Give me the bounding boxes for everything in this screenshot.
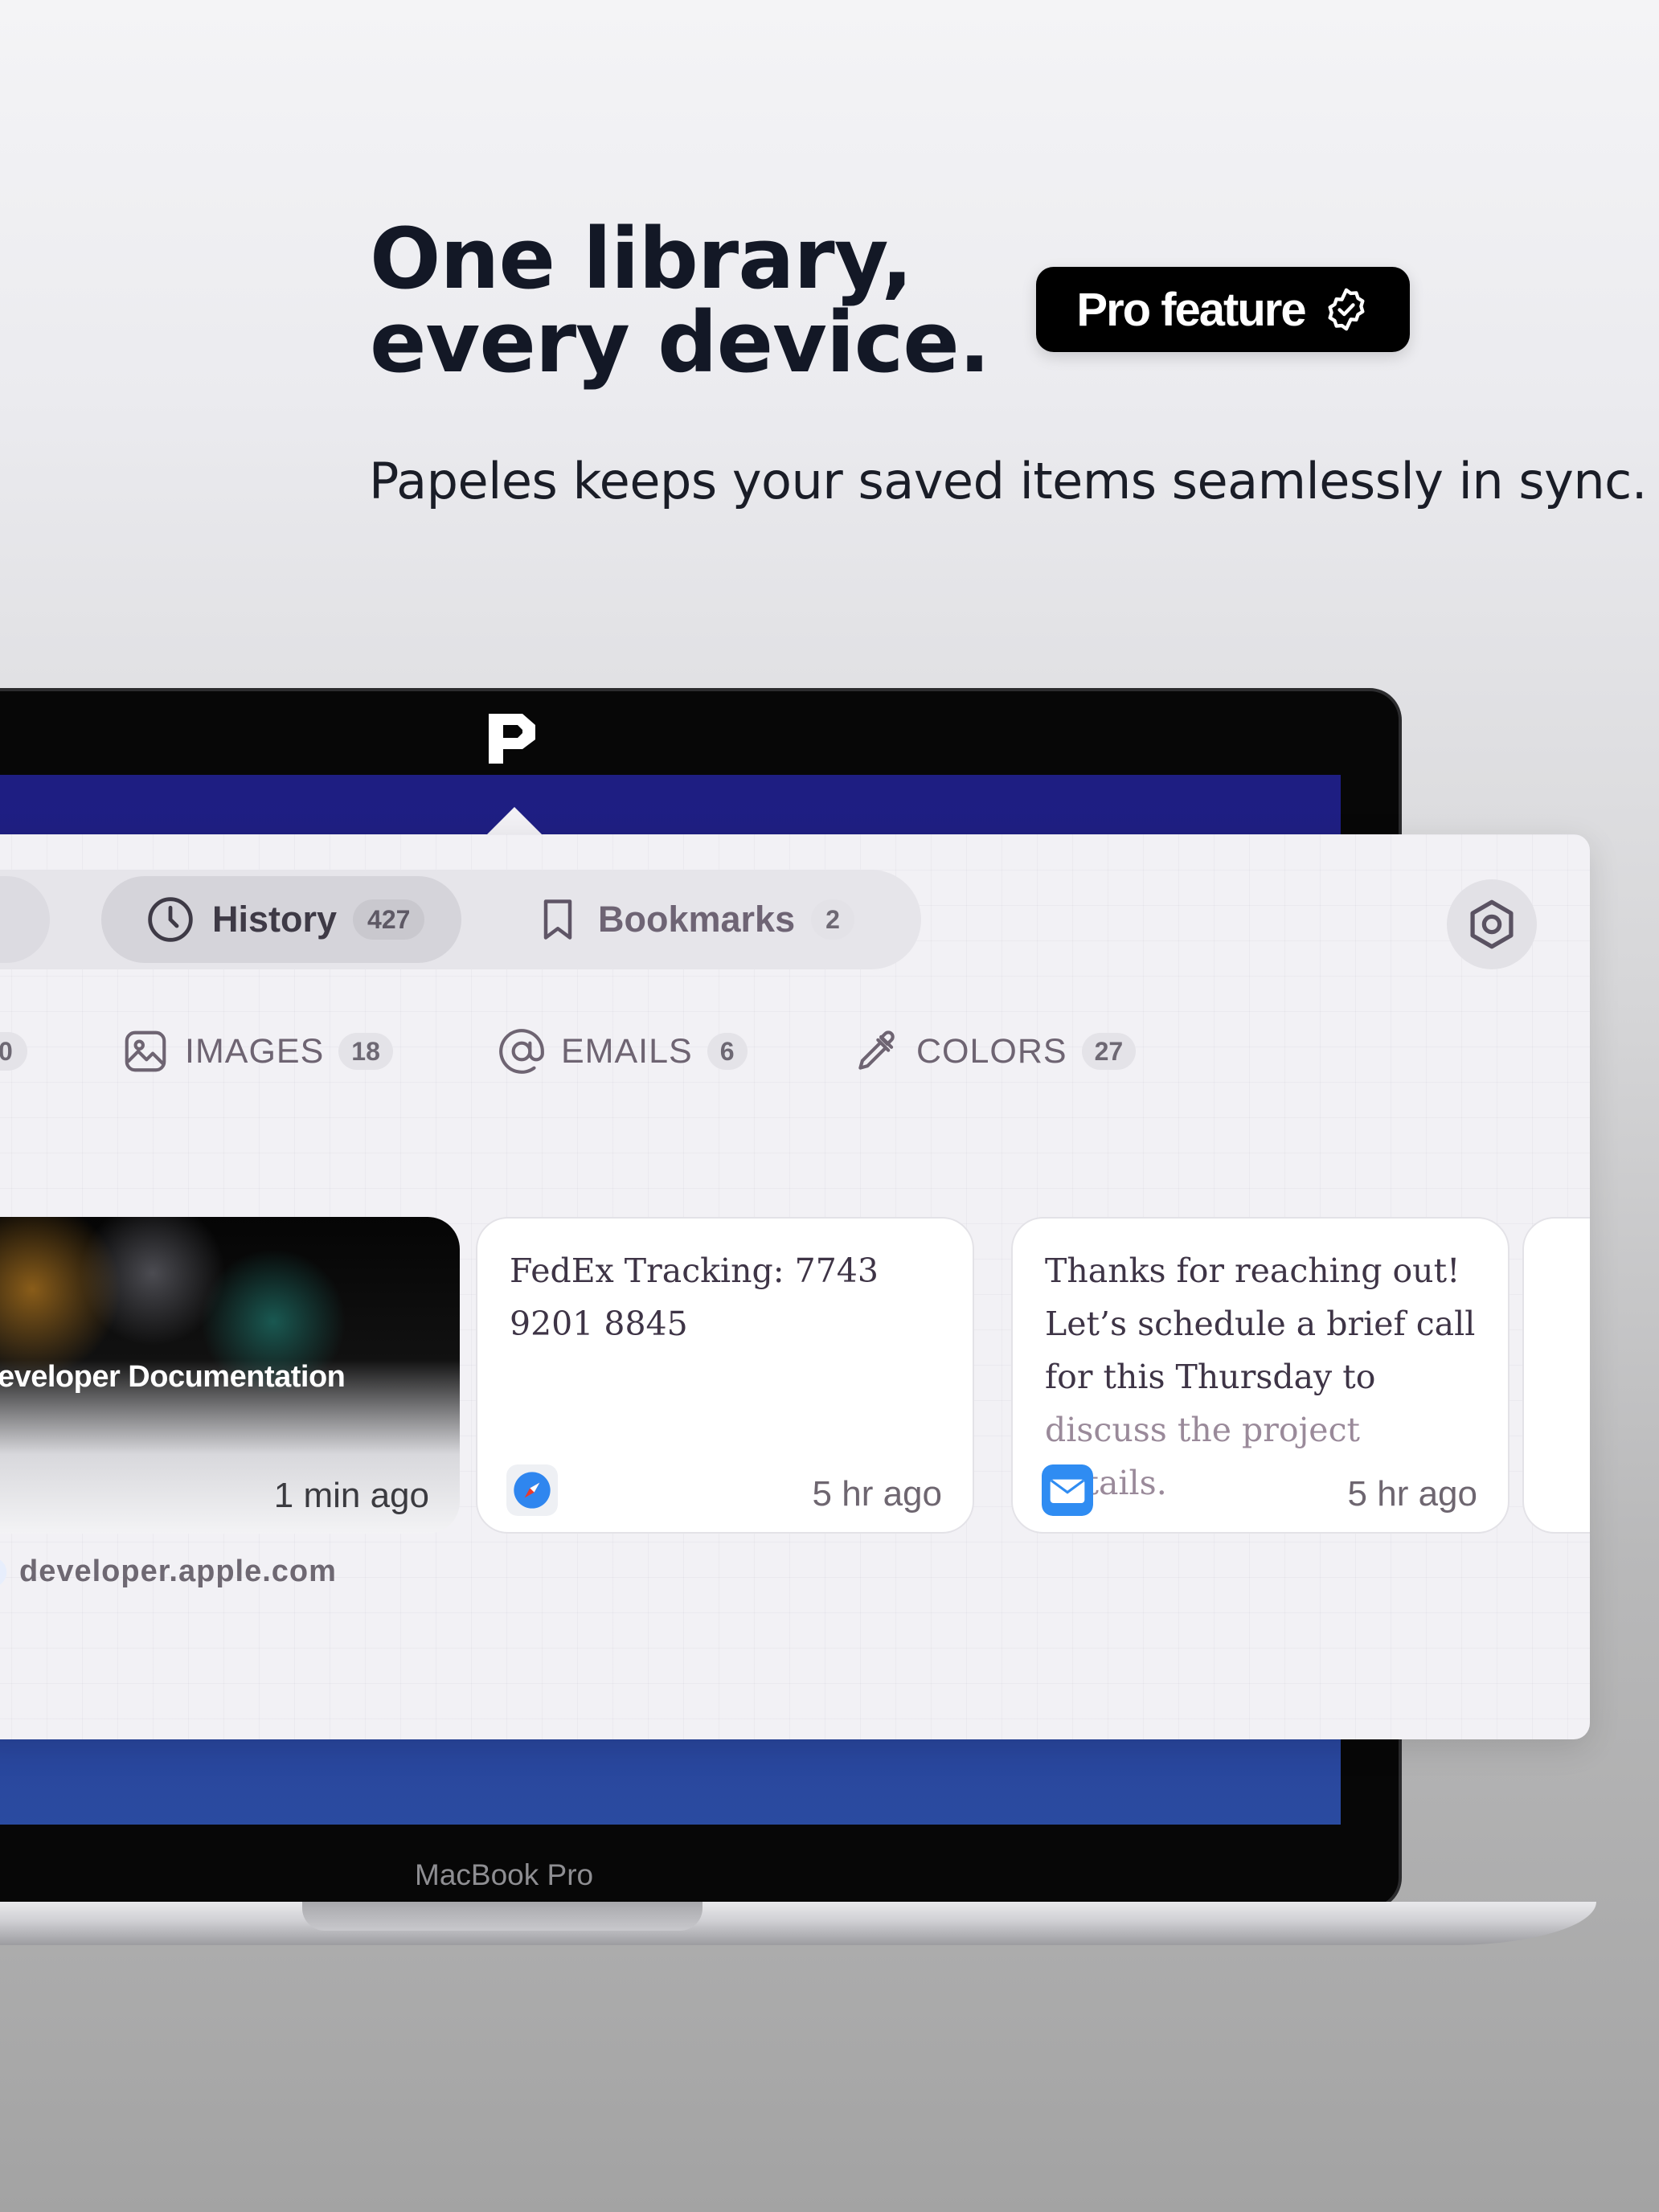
filter-images[interactable]: IMAGES 18	[121, 1019, 393, 1083]
filter-row: IMAGES 18 EMAILS 6 COLORS 27	[0, 1019, 1590, 1083]
filter-emails-count: 6	[707, 1033, 748, 1070]
clip-card-text[interactable]: FedEx Tracking: 7743 9201 8845 5 hr ago	[476, 1217, 974, 1534]
pro-feature-badge: Pro feature	[1036, 267, 1410, 352]
clip-card-email[interactable]: Thanks for reaching out! Let’s schedule …	[1011, 1217, 1509, 1534]
laptop-base	[0, 1902, 1596, 1945]
tab-bookmarks-count: 2	[811, 899, 854, 940]
card-email-text: Thanks for reaching out! Let’s schedule …	[1045, 1251, 1476, 1396]
mail-icon	[1042, 1464, 1093, 1516]
filter-images-label: IMAGES	[185, 1031, 325, 1071]
pro-feature-label: Pro feature	[1076, 283, 1306, 336]
apple-developer-icon	[0, 1559, 7, 1584]
popover-panel: History 427 Bookmarks 2 0 IMAGES 18 EMAI…	[0, 834, 1590, 1739]
filter-colors[interactable]: COLORS 27	[852, 1019, 1137, 1083]
at-sign-icon	[499, 1029, 544, 1074]
image-icon	[125, 1030, 166, 1072]
headline-line-1: One library,	[370, 210, 913, 308]
popover-arrow	[485, 807, 543, 836]
bookmark-icon	[543, 899, 572, 940]
device-label: MacBook Pro	[415, 1858, 594, 1891]
card-link-time: 1 min ago	[273, 1476, 429, 1515]
card-link-title: Developer Documentation	[0, 1360, 346, 1394]
tab-history-label: History	[212, 899, 338, 940]
tab-bookmarks-label: Bookmarks	[598, 899, 796, 940]
card-text-content: FedEx Tracking: 7743 9201 8845	[510, 1251, 879, 1343]
card-link-domain-row: developer.apple.com	[0, 1555, 337, 1589]
filter-colors-count: 27	[1081, 1033, 1137, 1070]
card-email-time: 5 hr ago	[1347, 1474, 1477, 1514]
filter-emails[interactable]: EMAILS 6	[497, 1019, 748, 1083]
settings-button[interactable]	[1447, 879, 1537, 969]
filter-emails-label: EMAILS	[561, 1031, 693, 1071]
card-link-domain[interactable]: developer.apple.com	[19, 1555, 337, 1589]
eyedropper-icon	[858, 1030, 895, 1070]
laptop-base-notch	[302, 1902, 703, 1931]
safari-icon	[506, 1464, 558, 1516]
tab-bookmarks[interactable]: Bookmarks 2	[490, 876, 876, 963]
tab-history[interactable]: History 427	[101, 876, 461, 963]
subtitle: Papeles keeps your saved items seamlessl…	[369, 452, 1647, 510]
gear-icon	[1470, 899, 1514, 949]
filter-images-count: 18	[338, 1033, 393, 1070]
tab-history-count: 427	[353, 899, 425, 940]
clip-card-partial[interactable]	[1522, 1217, 1590, 1534]
card-email-content: Thanks for reaching out! Let’s schedule …	[1045, 1244, 1479, 1509]
headline-line-2: every device.	[370, 293, 990, 391]
clip-card-link[interactable]: Developer Documentation 1 min ago	[0, 1217, 460, 1534]
filter-colors-label: COLORS	[916, 1031, 1067, 1071]
verified-badge-icon	[1328, 288, 1365, 331]
card-text-time: 5 hr ago	[812, 1474, 942, 1514]
headline: One library, every device.	[370, 210, 990, 391]
papeles-logo-icon	[489, 714, 535, 764]
clock-icon	[148, 897, 193, 942]
